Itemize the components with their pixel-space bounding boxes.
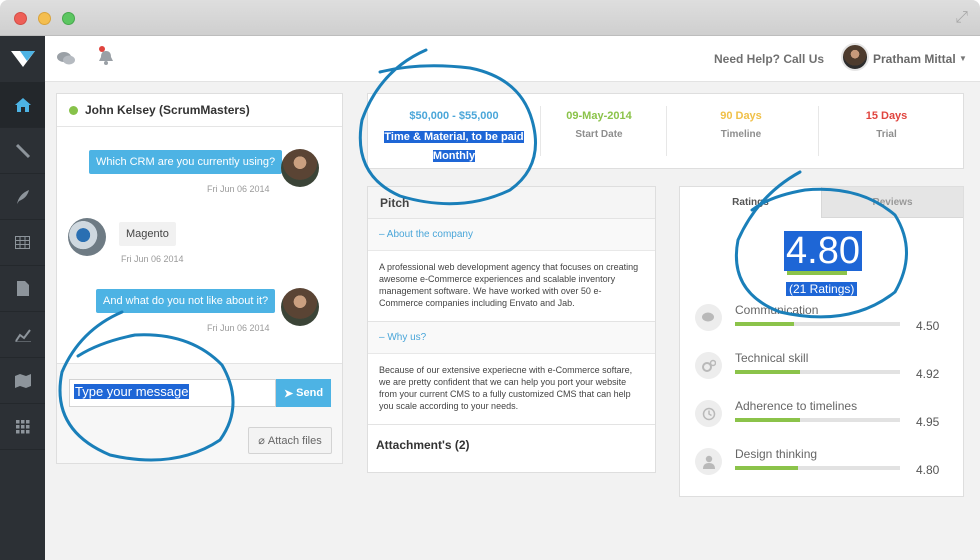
clock-icon	[695, 400, 722, 427]
rating-label: Adherence to timelines	[735, 399, 858, 413]
rating-value: 4.50	[916, 319, 940, 333]
trial-label: Trial	[876, 129, 897, 140]
trial-value: 15 Days	[865, 110, 908, 122]
section-body-about: A professional web development agency th…	[368, 251, 655, 322]
minimize-window-button[interactable]	[38, 12, 51, 25]
sidebar	[0, 36, 45, 560]
message-bubble: Magento	[119, 222, 176, 246]
rating-bar-fill	[735, 370, 800, 374]
nav-table-icon[interactable]	[0, 220, 45, 266]
ratings-count: (21 Ratings)	[786, 282, 858, 296]
rating-label: Design thinking	[735, 447, 818, 461]
ratings-panel: Ratings Reviews 4.80 (21 Ratings) Commun…	[679, 186, 964, 497]
payment-terms: Time & Material, to be paid Monthly	[368, 127, 540, 165]
attach-files-button[interactable]: ⌀ Attach files	[248, 427, 332, 454]
collapse-icon: –	[379, 332, 385, 343]
nav-tools-icon[interactable]	[0, 128, 45, 174]
attach-label: Attach files	[267, 434, 322, 447]
title-bar: ⤢	[0, 0, 980, 36]
message-bubble: Which CRM are you currently using?	[89, 150, 283, 174]
start-date-value: 09-May-2014	[566, 110, 632, 122]
payment-terms-text: Time & Material, to be paid Monthly	[384, 131, 524, 162]
nav-home-icon[interactable]	[0, 82, 45, 128]
paper-plane-icon: ➤	[283, 387, 294, 400]
price-stat: $50,000 - $55,000 Time & Material, to be…	[368, 94, 540, 168]
message-time: Fri Jun 06 2014	[121, 254, 184, 264]
sender-avatar	[281, 149, 319, 187]
pitch-title: Pitch	[368, 187, 655, 219]
app-window: ⤢ Need Help? Call Us Pratham Mittal ▼ Jo…	[0, 0, 980, 560]
section-body-why-us: Because of our extensive experiecne with…	[368, 354, 655, 425]
timeline-label: Timeline	[720, 129, 762, 140]
pitch-panel: Pitch – About the company A professional…	[367, 186, 656, 473]
start-date-label: Start Date	[575, 129, 623, 140]
timeline-value: 90 Days	[720, 110, 762, 122]
rating-label: Communication	[735, 303, 819, 317]
user-menu[interactable]: Pratham Mittal	[873, 52, 956, 66]
rating-label: Technical skill	[735, 351, 809, 365]
trial-stat: 15 Days Trial	[818, 94, 955, 168]
zoom-window-button[interactable]	[62, 12, 75, 25]
overall-score: 4.80	[784, 230, 862, 272]
rating-bar	[735, 370, 900, 374]
sender-avatar	[281, 288, 319, 326]
collapse-icon: –	[379, 229, 385, 240]
user-avatar[interactable]	[841, 43, 869, 71]
section-toggle-about[interactable]: – About the company	[368, 219, 655, 251]
contact-avatar	[68, 218, 106, 256]
nav-map-icon[interactable]	[0, 358, 45, 404]
rating-bar	[735, 322, 900, 326]
send-label: Send	[296, 387, 324, 399]
rating-bar-fill	[735, 418, 801, 422]
rating-bar	[735, 466, 900, 470]
fullscreen-icon[interactable]: ⤢	[955, 9, 968, 27]
chat-bubbles-icon	[695, 304, 722, 331]
gears-icon	[695, 352, 722, 379]
ratings-tabs: Ratings Reviews	[680, 187, 963, 218]
rating-bar-fill	[735, 322, 795, 326]
nav-chart-icon[interactable]	[0, 312, 45, 358]
section-toggle-why-us[interactable]: – Why us?	[368, 322, 655, 354]
price-value: $50,000 - $55,000	[409, 110, 499, 122]
send-button[interactable]: ➤ Send	[276, 379, 331, 407]
tab-ratings[interactable]: Ratings	[680, 187, 821, 218]
notification-bell-icon[interactable]	[98, 46, 114, 71]
help-contact-link[interactable]: Need Help? Call Us	[714, 52, 824, 66]
user-icon	[695, 448, 722, 475]
chat-header: John Kelsey (ScrumMasters)	[57, 94, 342, 127]
start-date-stat: 09-May-2014 Start Date	[540, 94, 658, 168]
rating-value: 4.80	[916, 463, 940, 477]
nav-feather-icon[interactable]	[0, 174, 45, 220]
section-heading: Why us?	[387, 332, 427, 343]
close-window-button[interactable]	[14, 12, 27, 25]
chat-panel: John Kelsey (ScrumMasters) Which CRM are…	[56, 93, 343, 464]
attachments-header[interactable]: Attachment's (2)	[368, 425, 655, 465]
chat-contact-name: John Kelsey (ScrumMasters)	[85, 103, 250, 117]
chat-icon[interactable]	[57, 51, 75, 71]
timeline-stat: 90 Days Timeline	[666, 94, 816, 168]
tab-reviews[interactable]: Reviews	[821, 187, 963, 218]
project-stats: $50,000 - $55,000 Time & Material, to be…	[367, 93, 964, 169]
section-heading: About the company	[386, 229, 473, 240]
rating-value: 4.95	[916, 415, 940, 429]
app-logo[interactable]	[0, 36, 45, 82]
chevron-down-icon[interactable]: ▼	[959, 54, 967, 63]
nav-grid-icon[interactable]	[0, 404, 45, 450]
rating-bar-fill	[735, 466, 799, 470]
nav-document-icon[interactable]	[0, 266, 45, 312]
message-time: Fri Jun 06 2014	[207, 323, 270, 333]
online-status-icon	[69, 106, 78, 115]
message-bubble: And what do you not like about it?	[96, 289, 276, 313]
rating-value: 4.92	[916, 367, 940, 381]
message-input-text: Type your message	[74, 384, 190, 399]
compose-area: Type your message ➤ Send ⌀ Attach files	[57, 363, 342, 463]
top-bar: Need Help? Call Us Pratham Mittal ▼	[45, 36, 980, 82]
overall-score-bar	[787, 271, 847, 275]
message-time: Fri Jun 06 2014	[207, 184, 270, 194]
rating-bar	[735, 418, 900, 422]
paperclip-icon: ⌀	[258, 435, 265, 447]
